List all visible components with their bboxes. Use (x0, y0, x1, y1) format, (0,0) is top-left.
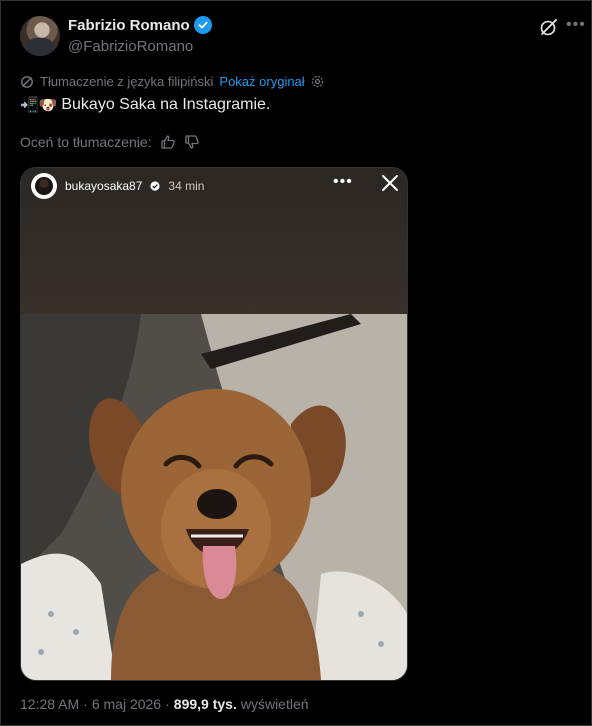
story-avatar (31, 173, 57, 199)
settings-gear-icon[interactable] (311, 75, 324, 88)
author-handle[interactable]: @FabrizioRomano (68, 38, 193, 55)
translation-label: Tłumaczenie z języka filipiński (40, 74, 214, 89)
author-avatar[interactable] (20, 16, 60, 56)
author-name-row[interactable]: Fabrizio Romano (68, 16, 212, 34)
tweet-body: Bukayo Saka na Instagramie. (61, 96, 271, 113)
thumbs-up-icon[interactable] (160, 134, 176, 150)
meta-separator-1: · (83, 696, 88, 712)
author-name[interactable]: Fabrizio Romano (68, 17, 190, 34)
views-count[interactable]: 899,9 tys. (174, 696, 237, 712)
dog-illustration (21, 314, 407, 680)
close-icon (382, 175, 398, 191)
story-verified-icon (150, 181, 160, 191)
media-attachment[interactable]: bukayosaka87 34 min ••• (20, 167, 408, 681)
thumbs-down-icon[interactable] (184, 134, 200, 150)
story-username: bukayosaka87 (65, 179, 143, 193)
story-more-icon: ••• (333, 173, 353, 190)
verified-badge-icon[interactable] (193, 16, 212, 34)
story-time: 34 min (168, 179, 205, 193)
translation-notice: Tłumaczenie z języka filipiński Pokaż or… (20, 74, 324, 89)
more-options-icon[interactable]: ••• (566, 16, 586, 34)
tweet-text: 📲🐶 Bukayo Saka na Instagramie. (20, 96, 270, 114)
tweet-metadata: 12:28 AM · 6 maj 2026 · 899,9 tys. wyświ… (20, 696, 309, 712)
views-label[interactable]: wyświetleń (241, 696, 309, 712)
translate-icon (21, 75, 33, 88)
tweet-emojis: 📲🐶 (20, 97, 58, 114)
grok-icon[interactable] (538, 16, 560, 38)
meta-separator-2: · (165, 696, 170, 712)
show-original-link[interactable]: Pokaż oryginał (219, 74, 304, 89)
rate-label: Oceń to tłumaczenie: (20, 134, 152, 150)
rate-translation: Oceń to tłumaczenie: (20, 134, 200, 150)
tweet-time[interactable]: 12:28 AM (20, 696, 79, 712)
dog-photo (21, 314, 407, 680)
tweet-date[interactable]: 6 maj 2026 (92, 696, 161, 712)
